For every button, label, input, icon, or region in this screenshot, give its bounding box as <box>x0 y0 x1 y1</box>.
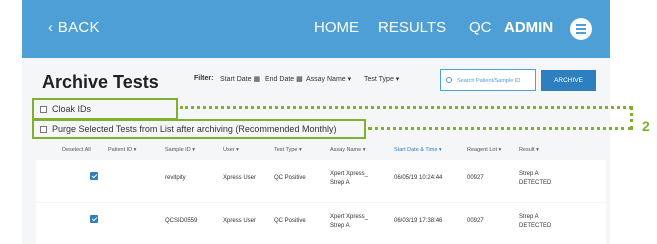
chevron-down-icon: ▾ <box>347 76 352 83</box>
column-header-user[interactable]: User ▾ <box>223 147 239 153</box>
header-label: Sample ID <box>165 147 191 153</box>
page-title: Archive Tests <box>42 72 159 92</box>
deselect-all-button[interactable]: Deselect All <box>62 147 91 153</box>
menu-icon[interactable] <box>570 18 592 40</box>
callout-leader-line <box>630 106 633 130</box>
callout-leader-line <box>180 106 632 109</box>
search-icon <box>446 77 452 83</box>
header-label: User <box>223 147 235 153</box>
column-header-assay-name[interactable]: Assay Name ▾ <box>330 147 365 153</box>
back-button[interactable]: ‹ BACK <box>48 19 100 36</box>
column-header-reagent-lot[interactable]: Reagent Lot ▾ <box>467 147 501 153</box>
column-header-start-date[interactable]: Start Date & Time ▾ <box>394 147 442 153</box>
nav-qc[interactable]: QC <box>469 19 492 36</box>
end-date-filter[interactable]: End Date ▦ <box>265 75 303 83</box>
highlight-box-cloak <box>32 98 178 120</box>
test-type-label: Test Type <box>364 76 394 83</box>
test-type-cell: QC Positive <box>274 218 306 224</box>
result-line: Strep A <box>519 171 539 177</box>
sample-id-cell: revitpity <box>165 175 186 181</box>
result-line: DETECTED <box>519 223 552 229</box>
highlight-box-purge <box>32 119 366 139</box>
start-date-cell: 06/03/19 17:38:46 <box>394 218 443 224</box>
search-input[interactable]: Search Patient/Sample ID <box>440 69 536 91</box>
result-line: DETECTED <box>519 180 552 186</box>
header-label: Test Type <box>274 147 298 153</box>
assay-name-line: Strep A <box>330 223 350 229</box>
header-label: Assay Name <box>330 147 362 153</box>
row-checkbox[interactable] <box>90 172 98 180</box>
calendar-icon: ▦ <box>296 76 303 83</box>
nav-results[interactable]: RESULTS <box>378 19 446 36</box>
column-header-patient-id[interactable]: Patient ID ▾ <box>108 147 136 153</box>
column-header-result[interactable]: Result ▾ <box>519 147 539 153</box>
reagent-lot-cell: 00927 <box>467 218 484 224</box>
assay-name-line: Xpert Xpress_ <box>330 214 369 220</box>
archive-button[interactable]: ARCHIVE <box>541 70 596 91</box>
end-date-label: End Date <box>265 76 295 83</box>
app-screen: ‹ BACK HOME RESULTS QC ADMIN Archive Tes… <box>22 0 610 244</box>
filter-label: Filter: <box>194 75 214 82</box>
search-placeholder: Search Patient/Sample ID <box>457 78 521 84</box>
table-row[interactable]: revitpity Xpress User QC Positive Xpert … <box>36 160 606 202</box>
start-date-label: Start Date <box>220 76 252 83</box>
column-header-sample-id[interactable]: Sample ID ▾ <box>165 147 195 153</box>
header-label: Reagent Lot <box>467 147 497 153</box>
table-row[interactable]: QCSID0559 Xpress User QC Positive Xpert … <box>36 203 606 244</box>
result-cell: Strep A DETECTED <box>519 213 551 231</box>
result-cell: Strep A DETECTED <box>519 170 551 188</box>
nav-home[interactable]: HOME <box>314 19 359 36</box>
row-checkbox[interactable] <box>90 215 98 223</box>
assay-name-cell: Xpert Xpress_ Strep A <box>330 213 368 231</box>
calendar-icon: ▦ <box>253 76 261 83</box>
assay-name-label: Assay Name <box>306 76 346 83</box>
start-date-cell: 06/05/19 10:24:44 <box>394 175 443 181</box>
sample-id-cell: QCSID0559 <box>165 218 198 224</box>
top-nav-bar: ‹ BACK HOME RESULTS QC ADMIN <box>22 0 610 58</box>
start-date-filter[interactable]: Start Date ▦ <box>220 75 260 83</box>
user-cell: Xpress User <box>223 175 257 181</box>
reagent-lot-cell: 00927 <box>467 175 484 181</box>
result-line: Strep A <box>519 214 539 220</box>
chevron-down-icon: ▾ <box>395 76 400 83</box>
assay-name-cell: Xpert Xpress_ Strep A <box>330 170 368 188</box>
test-type-cell: QC Positive <box>274 175 306 181</box>
callout-number: 2 <box>642 118 650 134</box>
test-type-filter[interactable]: Test Type ▾ <box>364 75 399 83</box>
user-cell: Xpress User <box>223 218 257 224</box>
nav-admin[interactable]: ADMIN <box>504 19 553 36</box>
callout-leader-line <box>368 127 632 130</box>
assay-name-line: Xpert Xpress_ <box>330 171 369 177</box>
header-label: Result <box>519 147 535 153</box>
header-label: Start Date & Time <box>394 147 438 153</box>
assay-name-line: Strep A <box>330 180 350 186</box>
header-label: Patient ID <box>108 147 133 153</box>
column-header-test-type[interactable]: Test Type ▾ <box>274 147 302 153</box>
assay-name-filter[interactable]: Assay Name ▾ <box>306 75 351 83</box>
